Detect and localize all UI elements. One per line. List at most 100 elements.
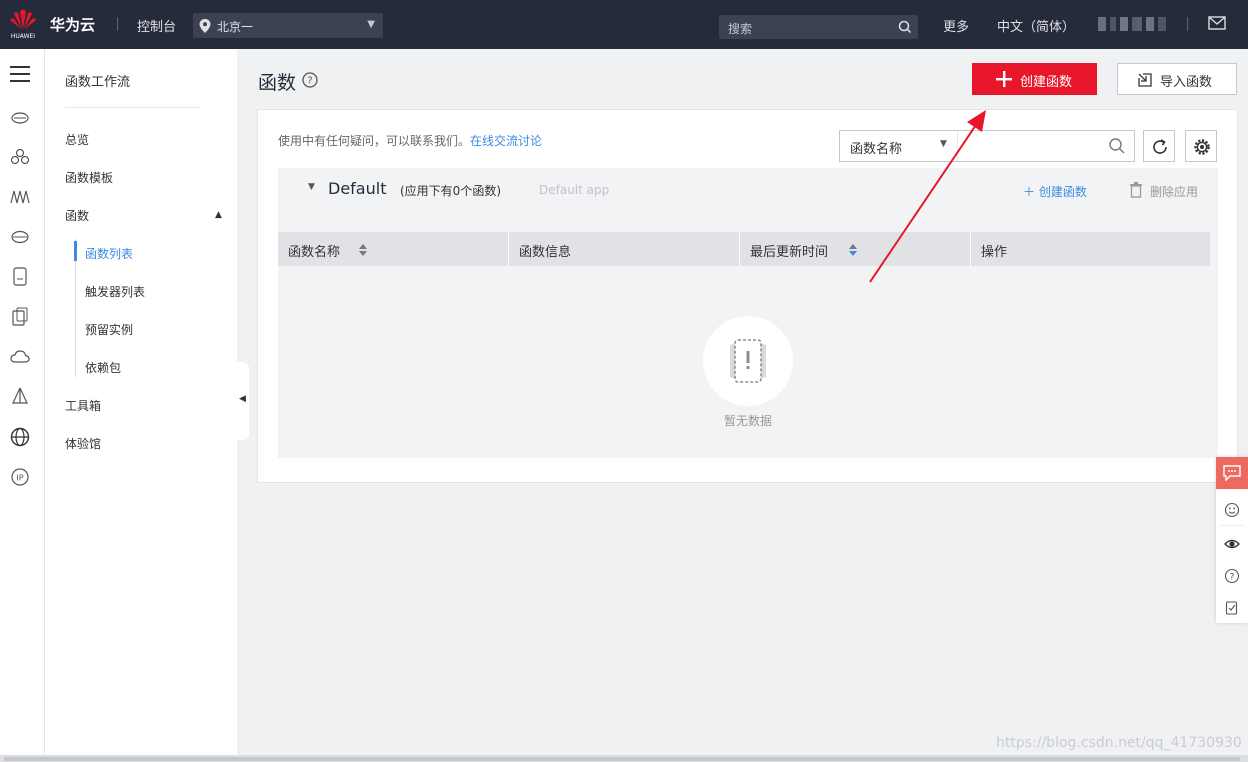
collapse-sidebar-button[interactable]: ◀: [237, 362, 249, 440]
document-icon[interactable]: [10, 267, 30, 287]
refresh-button[interactable]: [1143, 130, 1175, 162]
globe-icon[interactable]: [10, 427, 30, 447]
mail-icon[interactable]: [1208, 16, 1226, 30]
floating-toolbar: ?: [1216, 457, 1248, 623]
empty-state-illustration: [703, 316, 793, 406]
divider: [65, 107, 201, 108]
page-title: 函数: [258, 72, 297, 94]
column-label: 函数名称: [288, 245, 341, 260]
sidebar-item-templates[interactable]: 函数模板: [65, 169, 113, 186]
help-tip-text: 使用中有任何疑问，可以联系我们。: [278, 134, 471, 148]
sidebar-item-function-list[interactable]: 函数列表: [85, 245, 133, 262]
region-value: 北京一: [217, 20, 254, 34]
application-group: ▼ Default (应用下有0个函数) Default app ＋ 创建函数 …: [278, 168, 1218, 458]
application-description: Default app: [539, 183, 610, 197]
cloud-icon[interactable]: [10, 347, 30, 367]
plus-icon: [996, 71, 1012, 87]
language-selector[interactable]: 中文（简体）: [997, 16, 1075, 35]
svg-text:?: ?: [1230, 573, 1235, 583]
menu-icon[interactable]: [10, 65, 30, 83]
empty-state-text: 暂无数据: [724, 414, 773, 428]
svg-text:IP: IP: [16, 474, 23, 483]
column-label: 函数信息: [519, 245, 572, 260]
sidebar-item-experience[interactable]: 体验馆: [65, 435, 101, 452]
chat-button[interactable]: [1216, 457, 1248, 489]
sort-icon[interactable]: [358, 242, 368, 258]
more-menu[interactable]: 更多: [943, 16, 969, 35]
network-icon[interactable]: [10, 387, 30, 407]
gear-icon: [1194, 139, 1210, 155]
delete-application-link[interactable]: 删除应用: [1150, 183, 1198, 200]
create-function-link-label: 创建函数: [1038, 185, 1087, 199]
function-graph-sidebar: 函数工作流 总览 函数模板 函数 ▲ 函数列表 触发器列表 预留实例 依赖包 工…: [45, 49, 237, 762]
huawei-logo-icon: [10, 9, 36, 29]
function-graph-icon[interactable]: [10, 187, 30, 207]
help-icon[interactable]: ?: [302, 72, 318, 88]
divider: [1187, 17, 1188, 31]
application-header: ▼ Default (应用下有0个函数) Default app ＋ 创建函数 …: [278, 168, 1218, 212]
create-function-link[interactable]: ＋ 创建函数: [1023, 183, 1087, 200]
search-icon[interactable]: [897, 19, 913, 35]
region-selector[interactable]: 北京一 ▼: [193, 13, 383, 38]
column-actions: 操作: [971, 232, 1210, 266]
settings-button[interactable]: [1185, 130, 1217, 162]
chevron-left-icon: ◀: [239, 394, 246, 404]
sidebar-item-dependencies[interactable]: 依赖包: [85, 359, 121, 376]
import-function-label: 导入函数: [1160, 75, 1213, 90]
application-name: Default: [328, 179, 387, 198]
column-function-info: 函数信息: [509, 232, 740, 266]
scrollbar-thumb[interactable]: [4, 757, 1240, 761]
divider: [117, 17, 118, 31]
files-icon[interactable]: [10, 307, 30, 327]
sidebar-item-reserved-instances[interactable]: 预留实例: [85, 321, 133, 338]
trash-icon: [1130, 182, 1142, 198]
create-function-label: 创建函数: [1020, 75, 1073, 90]
brand-name[interactable]: 华为云: [50, 14, 95, 35]
username-blurred[interactable]: [1098, 17, 1168, 31]
import-function-button[interactable]: 导入函数: [1117, 63, 1237, 95]
column-label: 最后更新时间: [750, 245, 829, 260]
search-icon[interactable]: [1108, 137, 1126, 155]
divider: [1220, 525, 1244, 526]
logo-text: HUAWEI: [10, 33, 36, 40]
collapse-triangle-icon[interactable]: ▼: [308, 182, 315, 192]
sort-icon[interactable]: [848, 242, 858, 258]
online-discussion-link[interactable]: 在线交流讨论: [470, 134, 542, 148]
sidebar-item-overview[interactable]: 总览: [65, 131, 89, 148]
chat-icon: [1223, 465, 1241, 481]
help-tip: 使用中有任何疑问，可以联系我们。在线交流讨论: [278, 132, 542, 149]
import-icon: [1138, 73, 1152, 87]
active-indicator: [74, 241, 77, 261]
cloud-server-icon[interactable]: [10, 107, 30, 127]
sidebar-item-functions[interactable]: 函数: [65, 207, 89, 224]
location-pin-icon: [199, 19, 211, 33]
column-function-name[interactable]: 函数名称: [278, 232, 509, 266]
refresh-icon: [1153, 139, 1167, 154]
sidebar-item-trigger-list[interactable]: 触发器列表: [85, 283, 145, 300]
svg-text:?: ?: [307, 76, 312, 87]
help-icon[interactable]: ?: [1224, 568, 1240, 584]
console-link[interactable]: 控制台: [137, 16, 176, 35]
survey-icon[interactable]: [1224, 600, 1240, 616]
chevron-up-icon[interactable]: ▲: [215, 210, 222, 220]
top-navigation-bar: HUAWEI 华为云 控制台 北京一 ▼ 搜索 更多 中文（简体）: [0, 0, 1248, 49]
table-header: 函数名称 函数信息 最后更新时间 操作: [278, 232, 1210, 266]
sidebar-item-toolbox[interactable]: 工具箱: [65, 397, 101, 414]
global-search-input[interactable]: 搜索: [719, 15, 918, 39]
function-list-panel: 使用中有任何疑问，可以联系我们。在线交流讨论 函数名称 ▼ ▼ Default …: [257, 109, 1238, 483]
annotation-arrow: [869, 110, 986, 283]
create-function-button[interactable]: 创建函数: [972, 63, 1097, 95]
cluster-icon[interactable]: [10, 147, 30, 167]
application-function-count: (应用下有0个函数): [400, 184, 501, 198]
huawei-logo[interactable]: HUAWEI: [6, 6, 40, 42]
horizontal-scrollbar[interactable]: [0, 755, 1248, 762]
service-icon-rail: IP: [0, 49, 45, 762]
search-placeholder: 搜索: [728, 22, 753, 36]
watermark-url: https://blog.csdn.net/qq_41730930: [996, 735, 1242, 751]
feedback-face-icon[interactable]: [1224, 502, 1240, 518]
ip-icon[interactable]: IP: [10, 467, 30, 487]
storage-icon[interactable]: [10, 227, 30, 247]
service-title: 函数工作流: [65, 75, 131, 90]
empty-data-icon: [730, 339, 766, 383]
eye-icon[interactable]: [1224, 536, 1240, 552]
